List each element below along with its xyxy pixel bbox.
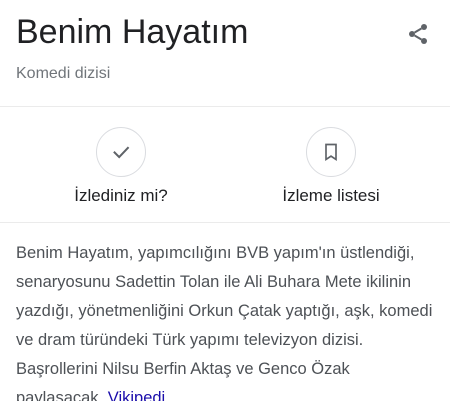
action-row: İzlediniz mi? İzleme listesi xyxy=(0,107,450,222)
knowledge-panel: Benim Hayatım Komedi dizisi İzlediniz mi… xyxy=(0,0,450,401)
description-text: Benim Hayatım, yapımcılığını BVB yapım'ı… xyxy=(16,244,433,401)
description: Benim Hayatım, yapımcılığını BVB yapım'ı… xyxy=(16,239,436,401)
check-icon xyxy=(113,146,130,159)
watchlist-button[interactable]: İzleme listesi xyxy=(251,127,411,207)
wikipedia-link[interactable]: Vikipedi xyxy=(108,389,165,401)
page-title: Benim Hayatım xyxy=(16,13,249,51)
watched-icon-circle[interactable] xyxy=(96,127,146,177)
bookmark-icon xyxy=(325,143,337,162)
share-button[interactable] xyxy=(400,16,436,52)
watchlist-label: İzleme listesi xyxy=(282,186,380,205)
watched-label: İzlediniz mi? xyxy=(74,186,168,205)
divider xyxy=(0,222,450,223)
panel-header: Benim Hayatım Komedi dizisi xyxy=(16,10,436,100)
watchlist-icon-circle[interactable] xyxy=(306,127,356,177)
page-subtitle: Komedi dizisi xyxy=(16,65,111,82)
watched-button[interactable]: İzlediniz mi? xyxy=(41,127,201,207)
share-icon xyxy=(409,24,427,44)
